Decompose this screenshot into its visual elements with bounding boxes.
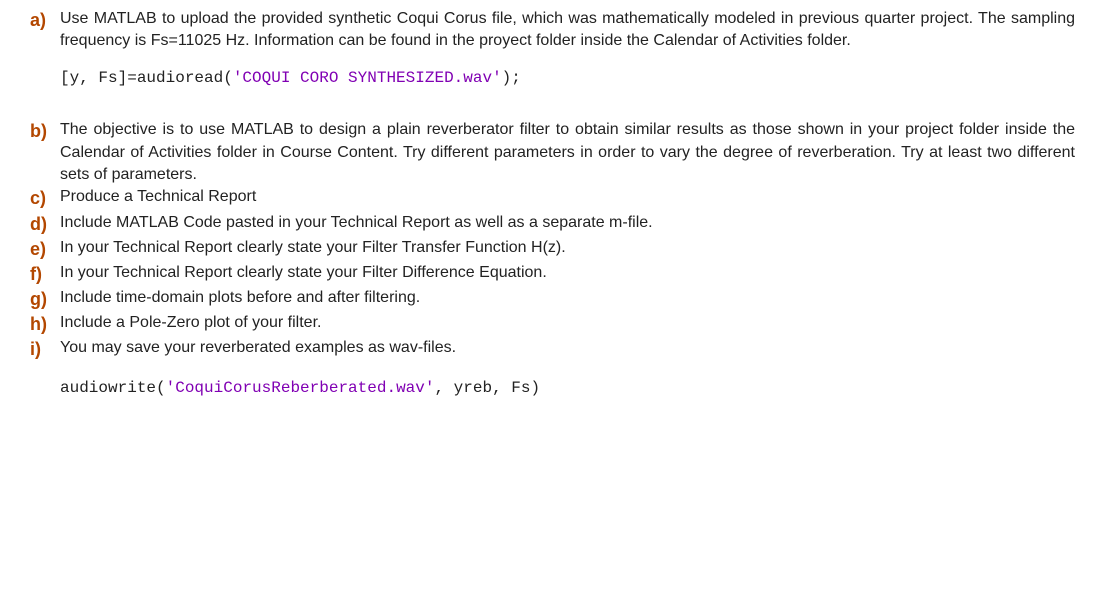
code-a-string: 'COQUI CORO SYNTHESIZED.wav' [233,69,502,87]
item-h: h) Include a Pole-Zero plot of your filt… [30,312,1075,337]
code-a-prefix: [y, Fs]=audioread( [60,69,233,87]
marker-e: e) [30,237,60,262]
text-d: Include MATLAB Code pasted in your Techn… [60,212,1075,234]
code-i-suffix: , yreb, Fs) [434,379,540,397]
code-i: audiowrite('CoquiCorusReberberated.wav',… [60,377,1075,399]
marker-d: d) [30,212,60,237]
marker-a: a) [30,8,60,33]
item-c: c) Produce a Technical Report [30,186,1075,211]
text-f: In your Technical Report clearly state y… [60,262,1075,284]
code-i-prefix: audiowrite( [60,379,166,397]
item-d: d) Include MATLAB Code pasted in your Te… [30,212,1075,237]
text-i: You may save your reverberated examples … [60,337,1075,359]
code-a-suffix: ); [502,69,521,87]
item-a: a) Use MATLAB to upload the provided syn… [30,8,1075,103]
marker-h: h) [30,312,60,337]
body-a: Use MATLAB to upload the provided synthe… [60,8,1075,103]
text-c: Produce a Technical Report [60,186,1075,208]
item-f: f) In your Technical Report clearly stat… [30,262,1075,287]
marker-b: b) [30,119,60,144]
text-b: The objective is to use MATLAB to design… [60,119,1075,186]
item-b: b) The objective is to use MATLAB to des… [30,119,1075,186]
text-e: In your Technical Report clearly state y… [60,237,1075,259]
marker-g: g) [30,287,60,312]
text-h: Include a Pole-Zero plot of your filter. [60,312,1075,334]
text-g: Include time-domain plots before and aft… [60,287,1075,309]
marker-c: c) [30,186,60,211]
item-e: e) In your Technical Report clearly stat… [30,237,1075,262]
text-a: Use MATLAB to upload the provided synthe… [60,8,1075,53]
marker-f: f) [30,262,60,287]
item-g: g) Include time-domain plots before and … [30,287,1075,312]
marker-i: i) [30,337,60,362]
item-i: i) You may save your reverberated exampl… [30,337,1075,362]
code-a: [y, Fs]=audioread('COQUI CORO SYNTHESIZE… [60,67,1075,89]
code-i-string: 'CoquiCorusReberberated.wav' [166,379,435,397]
